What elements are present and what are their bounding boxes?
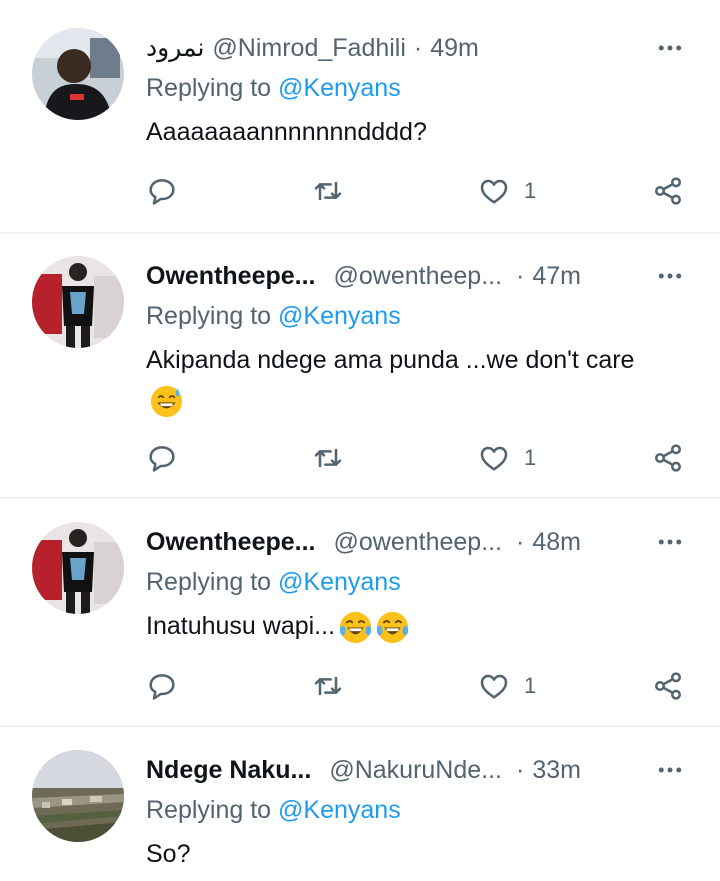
reply-icon xyxy=(149,446,175,472)
like-count: 1 xyxy=(524,445,537,470)
avatar[interactable] xyxy=(32,256,124,348)
user-handle[interactable]: @owentheep... xyxy=(333,528,502,557)
divider xyxy=(0,232,720,234)
separator-dot: · xyxy=(516,527,525,556)
more-button[interactable] xyxy=(650,750,690,790)
timestamp[interactable]: 48m xyxy=(532,528,581,557)
avatar[interactable] xyxy=(32,28,124,120)
tweet-actions: 1 xyxy=(146,173,696,209)
avatar[interactable] xyxy=(32,750,124,842)
tweet-header: نمرود @Nimrod_Fadhili · 49m xyxy=(146,28,479,68)
tweet-1[interactable]: نمرود @Nimrod_Fadhili · 49m Replying to … xyxy=(0,28,720,234)
replying-to-label: Replying to xyxy=(146,74,272,102)
like-icon xyxy=(480,674,508,699)
separator-dot: · xyxy=(516,261,525,290)
replying-to-line: Replying to @Kenyans xyxy=(146,568,401,597)
retweet-icon xyxy=(314,448,342,468)
tweet-actions: 1 xyxy=(146,440,696,476)
tweet-header: Owentheepe... @owentheep... · 48m xyxy=(146,522,581,562)
divider xyxy=(0,725,720,727)
share-button[interactable] xyxy=(652,173,684,209)
user-handle[interactable]: @owentheep... xyxy=(333,262,502,291)
separator-dot: · xyxy=(516,755,525,784)
replying-to-line: Replying to @Kenyans xyxy=(146,74,401,103)
retweet-icon xyxy=(314,181,342,201)
share-icon xyxy=(655,672,681,700)
tweet-actions: 1 xyxy=(146,668,696,704)
share-icon xyxy=(655,177,681,205)
like-button[interactable]: 1 xyxy=(478,668,536,704)
reply-button[interactable] xyxy=(146,668,178,704)
tweet-2[interactable]: Owentheepe... @owentheep... · 47m Replyi… xyxy=(0,256,720,496)
timestamp[interactable]: 47m xyxy=(532,262,581,291)
retweet-button[interactable] xyxy=(312,668,344,704)
replying-to-line: Replying to @Kenyans xyxy=(146,796,401,825)
reply-icon xyxy=(149,674,175,700)
replying-to-mention[interactable]: @Kenyans xyxy=(278,302,401,330)
tweet-header: Ndege Naku... @NakuruNde... · 33m xyxy=(146,750,581,790)
more-icon xyxy=(658,539,682,545)
display-name[interactable]: Ndege Naku... xyxy=(146,756,311,785)
like-count: 1 xyxy=(524,178,537,203)
tweet-text-content: Aaaaaaaannnnnnndddd? xyxy=(146,118,427,146)
display-name[interactable]: Owentheepe... xyxy=(146,262,315,291)
tweet-text-content: So? xyxy=(146,840,191,868)
reply-icon xyxy=(149,179,175,205)
more-button[interactable] xyxy=(650,522,690,562)
grinning-sweat-emoji xyxy=(150,385,183,417)
tweet-header: Owentheepe... @owentheep... · 47m xyxy=(146,256,581,296)
like-icon xyxy=(480,179,508,204)
tweet-text-content: Inatuhusu wapi... xyxy=(146,612,336,640)
avatar[interactable] xyxy=(32,522,124,614)
display-name[interactable]: Owentheepe... xyxy=(146,528,315,557)
tweet-text: So? xyxy=(146,834,666,874)
replying-to-mention[interactable]: @Kenyans xyxy=(278,568,401,596)
tweet-text: Aaaaaaaannnnnnndddd? xyxy=(146,112,666,152)
replying-to-line: Replying to @Kenyans xyxy=(146,302,401,331)
like-button[interactable]: 1 xyxy=(478,173,536,209)
more-button[interactable] xyxy=(650,256,690,296)
tweet-text: Inatuhusu wapi... xyxy=(146,606,666,646)
more-icon xyxy=(658,273,682,279)
tweet-text-content: Akipanda ndege ama punda ...we don't car… xyxy=(146,346,635,374)
like-count: 1 xyxy=(524,673,537,698)
replying-to-label: Replying to xyxy=(146,796,272,824)
more-button[interactable] xyxy=(650,28,690,68)
more-icon xyxy=(658,767,682,773)
replying-to-mention[interactable]: @Kenyans xyxy=(278,796,401,824)
user-handle[interactable]: @NakuruNde... xyxy=(329,756,502,785)
like-icon xyxy=(480,446,508,471)
reply-button[interactable] xyxy=(146,173,178,209)
separator-dot: · xyxy=(413,33,423,62)
more-icon xyxy=(658,45,682,51)
retweet-button[interactable] xyxy=(312,173,344,209)
tweet-text: Akipanda ndege ama punda ...we don't car… xyxy=(146,340,646,420)
tweet-3[interactable]: Owentheepe... @owentheep... · 48m Replyi… xyxy=(0,522,720,722)
reply-button[interactable] xyxy=(146,440,178,476)
timestamp[interactable]: 49m xyxy=(430,34,479,63)
display-name[interactable]: نمرود xyxy=(146,33,204,63)
tears-of-joy-emoji xyxy=(376,611,409,643)
share-button[interactable] xyxy=(652,440,684,476)
replies-feed: نمرود @Nimrod_Fadhili · 49m Replying to … xyxy=(0,0,720,881)
retweet-button[interactable] xyxy=(312,440,344,476)
tears-of-joy-emoji xyxy=(339,611,372,643)
like-button[interactable]: 1 xyxy=(478,440,536,476)
share-icon xyxy=(655,444,681,472)
replying-to-label: Replying to xyxy=(146,302,272,330)
tweet-4[interactable]: Ndege Naku... @NakuruNde... · 33m Replyi… xyxy=(0,750,720,881)
share-button[interactable] xyxy=(652,668,684,704)
user-handle[interactable]: @Nimrod_Fadhili xyxy=(212,34,406,63)
retweet-icon xyxy=(314,676,342,696)
replying-to-mention[interactable]: @Kenyans xyxy=(278,74,401,102)
divider xyxy=(0,497,720,499)
replying-to-label: Replying to xyxy=(146,568,272,596)
timestamp[interactable]: 33m xyxy=(532,756,581,785)
